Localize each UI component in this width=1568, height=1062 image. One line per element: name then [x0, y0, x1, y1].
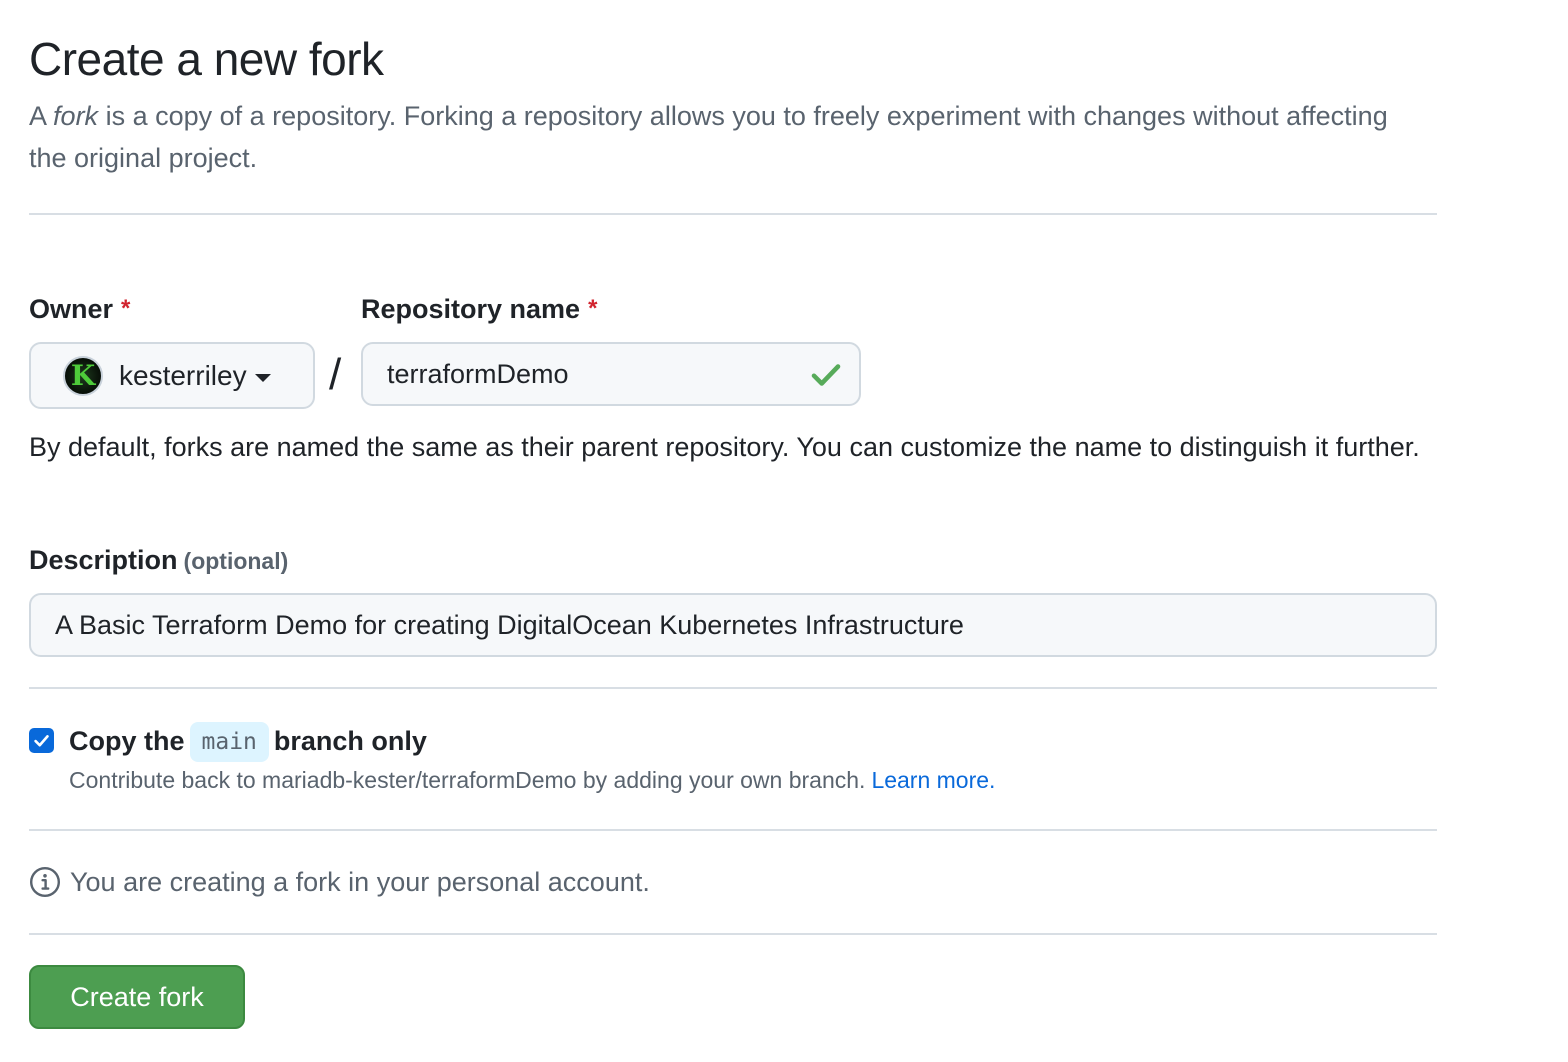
copy-branch-description: Contribute back to mariadb-kester/terraf…	[69, 765, 995, 795]
avatar: K	[63, 355, 103, 396]
repository-name-help: By default, forks are named the same as …	[29, 432, 1420, 462]
avatar-letter: K	[70, 358, 96, 392]
description-label-text: Description	[29, 545, 178, 575]
repository-name-label-text: Repository name	[361, 294, 581, 324]
repository-name-input[interactable]	[361, 342, 861, 406]
divider	[29, 933, 1437, 935]
owner-label: Owner *	[29, 292, 130, 326]
check-icon	[811, 364, 841, 386]
repository-required-marker: *	[588, 295, 598, 322]
chevron-down-icon	[254, 373, 271, 382]
info-icon	[29, 866, 61, 898]
subtitle-fork-term: fork	[53, 101, 99, 131]
owner-label-text: Owner	[29, 294, 114, 324]
info-text: You are creating a fork in your personal…	[70, 866, 650, 897]
description-input[interactable]	[29, 593, 1437, 657]
page-title: Create a new fork	[29, 33, 384, 85]
personal-account-notice: You are creating a fork in your personal…	[29, 866, 650, 898]
divider	[29, 829, 1437, 831]
copy-branch-label-after: branch only	[273, 726, 427, 756]
checkmark-icon	[34, 735, 49, 747]
copy-branch-sub-text: Contribute back to mariadb-kester/terraf…	[69, 767, 866, 793]
subtitle-prefix: A	[29, 101, 46, 131]
branch-name-code: main	[189, 722, 269, 762]
copy-branch-label-before: Copy the	[69, 726, 185, 756]
divider	[29, 213, 1437, 215]
owner-required-marker: *	[121, 295, 131, 322]
copy-main-branch-checkbox[interactable]	[29, 728, 54, 753]
owner-select-button[interactable]: K kesterriley	[29, 342, 315, 409]
copy-branch-label[interactable]: Copy the main branch only	[69, 722, 427, 762]
page-subtitle: A fork is a copy of a repository. Forkin…	[29, 95, 1409, 179]
description-optional: (optional)	[183, 548, 289, 574]
divider	[29, 687, 1437, 689]
owner-repo-separator: /	[329, 350, 342, 399]
subtitle-rest: is a copy of a repository. Forking a rep…	[29, 101, 1388, 173]
create-fork-button[interactable]: Create fork	[29, 965, 245, 1029]
learn-more-link[interactable]: Learn more.	[871, 767, 995, 793]
owner-name: kesterriley	[119, 359, 247, 391]
description-label: Description (optional)	[29, 543, 288, 578]
repository-name-label: Repository name *	[361, 292, 597, 326]
